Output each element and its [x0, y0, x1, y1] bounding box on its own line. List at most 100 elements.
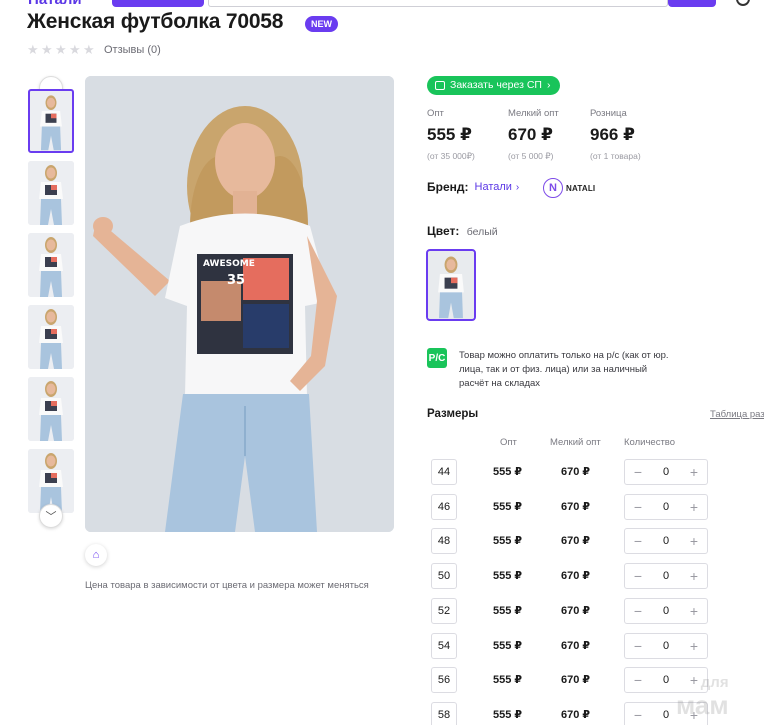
- plus-icon[interactable]: +: [687, 568, 701, 584]
- quantity-value[interactable]: 0: [663, 674, 669, 686]
- search-button[interactable]: [668, 0, 716, 7]
- col-head-small-opt: Мелкий опт: [550, 437, 601, 448]
- size-row: 54 555 ₽ 670 ₽ − 0 +: [431, 632, 731, 659]
- star-icon: ★: [83, 42, 95, 57]
- minus-icon[interactable]: −: [631, 707, 645, 723]
- size-price-opt: 555 ₽: [493, 708, 523, 721]
- plus-icon[interactable]: +: [687, 638, 701, 654]
- minus-icon[interactable]: −: [631, 672, 645, 688]
- product-main-image[interactable]: AWESOME 35: [85, 76, 394, 532]
- model-photo: AWESOME 35: [85, 76, 394, 532]
- watermark: для мам: [676, 672, 729, 718]
- minus-icon[interactable]: −: [631, 638, 645, 654]
- page-title: Женская футболка 70058: [27, 10, 284, 33]
- quantity-value[interactable]: 0: [663, 709, 669, 721]
- plus-icon[interactable]: +: [687, 603, 701, 619]
- size-price-opt: 555 ₽: [493, 639, 523, 652]
- price-min: (от 5 000 ₽): [508, 151, 554, 161]
- quantity-value[interactable]: 0: [663, 501, 669, 513]
- gallery-thumbnail[interactable]: [28, 377, 74, 441]
- chevron-down-icon[interactable]: ﹀: [39, 504, 63, 528]
- size-price-opt: 555 ₽: [493, 500, 523, 513]
- size-label: 54: [431, 632, 457, 659]
- size-label: 46: [431, 493, 457, 520]
- size-label: 48: [431, 528, 457, 555]
- quantity-value[interactable]: 0: [663, 640, 669, 652]
- thumbnail-photo: [28, 161, 74, 225]
- quantity-stepper[interactable]: − 0 +: [624, 459, 708, 485]
- minus-icon[interactable]: −: [631, 499, 645, 515]
- quantity-value[interactable]: 0: [663, 535, 669, 547]
- size-price-small-opt: 670 ₽: [561, 674, 591, 687]
- new-badge: NEW: [305, 16, 338, 32]
- plus-icon[interactable]: +: [687, 464, 701, 480]
- catalog-button[interactable]: [112, 0, 204, 7]
- gallery-thumbnail[interactable]: [28, 89, 74, 153]
- color-label: Цвет:: [427, 224, 460, 238]
- price-label: Розница: [590, 108, 627, 119]
- quantity-value[interactable]: 0: [663, 605, 669, 617]
- size-label: 44: [431, 459, 457, 485]
- chevron-right-icon: ›: [546, 79, 551, 91]
- quantity-stepper[interactable]: − 0 +: [624, 528, 708, 555]
- price-value: 670 ₽: [508, 125, 553, 144]
- size-price-small-opt: 670 ₽: [561, 535, 591, 548]
- order-sp-button[interactable]: Заказать через СП ›: [427, 76, 561, 95]
- search-input[interactable]: [208, 0, 668, 7]
- gallery-thumbnail[interactable]: [28, 161, 74, 225]
- size-label: 52: [431, 597, 457, 624]
- size-table-link[interactable]: Таблица раз: [710, 409, 764, 420]
- thumbnail-photo: [30, 91, 72, 151]
- thumbnail-photo: [28, 377, 74, 441]
- size-price-small-opt: 670 ₽: [561, 570, 591, 583]
- color-swatch-white[interactable]: [426, 249, 476, 321]
- star-icon: ★: [41, 42, 53, 57]
- price-opt: Опт 555 ₽ (от 35 000₽): [427, 108, 475, 162]
- size-price-small-opt: 670 ₽: [561, 639, 591, 652]
- payment-icon: Р/С: [427, 348, 447, 368]
- quantity-stepper[interactable]: − 0 +: [624, 632, 708, 659]
- star-icon: ★: [69, 42, 81, 57]
- quantity-stepper[interactable]: − 0 +: [624, 563, 708, 590]
- brand-link[interactable]: Натали: [475, 181, 512, 193]
- size-price-opt: 555 ₽: [493, 466, 523, 478]
- brand-logo[interactable]: N NATALI: [543, 178, 595, 198]
- color-value: белый: [466, 226, 498, 238]
- minus-icon[interactable]: −: [631, 603, 645, 619]
- quantity-stepper[interactable]: − 0 +: [624, 493, 708, 520]
- size-price-small-opt: 670 ₽: [561, 466, 591, 478]
- gallery-thumbnail[interactable]: [28, 305, 74, 369]
- size-row: 48 555 ₽ 670 ₽ − 0 +: [431, 528, 731, 555]
- quantity-stepper[interactable]: − 0 +: [624, 597, 708, 624]
- reviews-link[interactable]: Отзывы (0): [104, 44, 161, 56]
- quantity-value[interactable]: 0: [663, 466, 669, 478]
- size-row: 44 555 ₽ 670 ₽ − 0 +: [431, 459, 731, 485]
- order-sp-label: Заказать через СП: [450, 79, 542, 91]
- gallery-thumbnail[interactable]: [28, 233, 74, 297]
- rating-stars[interactable]: ★ ★ ★ ★ ★: [27, 42, 95, 57]
- size-price-opt: 555 ₽: [493, 604, 523, 617]
- plus-icon[interactable]: +: [687, 533, 701, 549]
- svg-text:35: 35: [227, 273, 245, 288]
- price-small-opt: Мелкий опт 670 ₽ (от 5 000 ₽): [508, 108, 559, 162]
- hanger-icon[interactable]: ⌂: [85, 544, 107, 566]
- brand-label: Бренд:: [427, 180, 469, 194]
- user-icon[interactable]: [736, 0, 750, 6]
- minus-icon[interactable]: −: [631, 464, 645, 480]
- minus-icon[interactable]: −: [631, 568, 645, 584]
- watermark-bottom: мам: [676, 690, 729, 720]
- quantity-value[interactable]: 0: [663, 570, 669, 582]
- minus-icon[interactable]: −: [631, 533, 645, 549]
- swatch-photo: [428, 251, 474, 319]
- site-logo[interactable]: Натали: [28, 0, 82, 8]
- cart-icon: [435, 81, 445, 90]
- svg-text:AWESOME: AWESOME: [203, 259, 255, 269]
- size-label: 50: [431, 563, 457, 590]
- price-note: Цена товара в зависимости от цвета и раз…: [85, 580, 369, 591]
- price-retail: Розница 966 ₽ (от 1 товара): [590, 108, 641, 161]
- size-price-small-opt: 670 ₽: [561, 500, 591, 513]
- plus-icon[interactable]: +: [687, 499, 701, 515]
- size-label: 58: [431, 701, 457, 725]
- size-row: 50 555 ₽ 670 ₽ − 0 +: [431, 563, 731, 590]
- thumbnail-photo: [28, 233, 74, 297]
